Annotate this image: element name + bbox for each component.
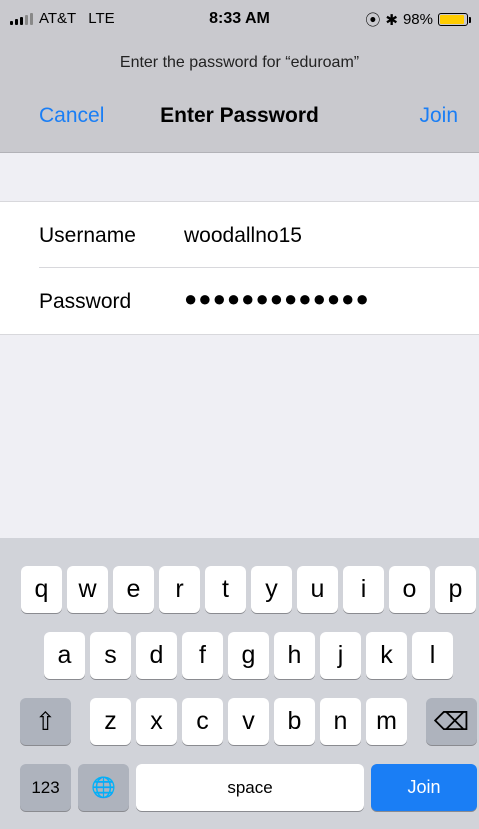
username-row[interactable]: Username woodallno15 [0, 202, 479, 268]
key-j[interactable]: j [320, 632, 361, 679]
key-c[interactable]: c [182, 698, 223, 745]
key-z[interactable]: z [90, 698, 131, 745]
join-button[interactable]: Join [419, 104, 458, 128]
key-q[interactable]: q [21, 566, 62, 613]
key-t[interactable]: t [205, 566, 246, 613]
cancel-button[interactable]: Cancel [39, 104, 104, 128]
username-field[interactable]: woodallno15 [184, 224, 302, 248]
globe-key[interactable]: 🌐 [78, 764, 129, 811]
key-w[interactable]: w [67, 566, 108, 613]
key-v[interactable]: v [228, 698, 269, 745]
password-label: Password [39, 290, 132, 313]
key-l[interactable]: l [412, 632, 453, 679]
key-y[interactable]: y [251, 566, 292, 613]
key-b[interactable]: b [274, 698, 315, 745]
key-k[interactable]: k [366, 632, 407, 679]
numbers-key[interactable]: 123 [20, 764, 71, 811]
backspace-key[interactable]: ⌫ [426, 698, 477, 745]
keyboard: qwertyuiop asdfghjkl zxcvbnm ⇧ ⌫ 123 🌐 s… [0, 538, 479, 829]
key-m[interactable]: m [366, 698, 407, 745]
key-i[interactable]: i [343, 566, 384, 613]
key-g[interactable]: g [228, 632, 269, 679]
key-h[interactable]: h [274, 632, 315, 679]
key-a[interactable]: a [44, 632, 85, 679]
space-key[interactable]: space [136, 764, 364, 811]
key-n[interactable]: n [320, 698, 361, 745]
nav-header: Enter the password for “eduroam” Cancel … [0, 42, 479, 153]
key-r[interactable]: r [159, 566, 200, 613]
key-p[interactable]: p [435, 566, 476, 613]
battery-tip [469, 16, 471, 23]
status-right: ⦿ ✱ 98% [365, 9, 471, 30]
orientation-lock-icon: ⦿ [365, 12, 381, 29]
key-x[interactable]: x [136, 698, 177, 745]
key-f[interactable]: f [182, 632, 223, 679]
battery-percent: 98% [402, 11, 433, 28]
battery-icon [438, 13, 468, 26]
bluetooth-icon: ✱ [385, 11, 398, 29]
key-u[interactable]: u [297, 566, 338, 613]
username-label: Username [39, 224, 136, 247]
password-field[interactable]: ●●●●●●●●●●●●● [184, 286, 370, 312]
key-o[interactable]: o [389, 566, 430, 613]
key-d[interactable]: d [136, 632, 177, 679]
status-bar: AT&T LTE 8:33 AM ⦿ ✱ 98% [0, 0, 479, 42]
shift-key[interactable]: ⇧ [20, 698, 71, 745]
key-s[interactable]: s [90, 632, 131, 679]
password-row[interactable]: Password ●●●●●●●●●●●●● [0, 268, 479, 334]
key-e[interactable]: e [113, 566, 154, 613]
keyboard-join-key[interactable]: Join [371, 764, 477, 811]
battery-fill [440, 15, 464, 24]
credentials-form: Username woodallno15 Password ●●●●●●●●●●… [0, 201, 479, 335]
password-prompt: Enter the password for “eduroam” [119, 54, 360, 71]
